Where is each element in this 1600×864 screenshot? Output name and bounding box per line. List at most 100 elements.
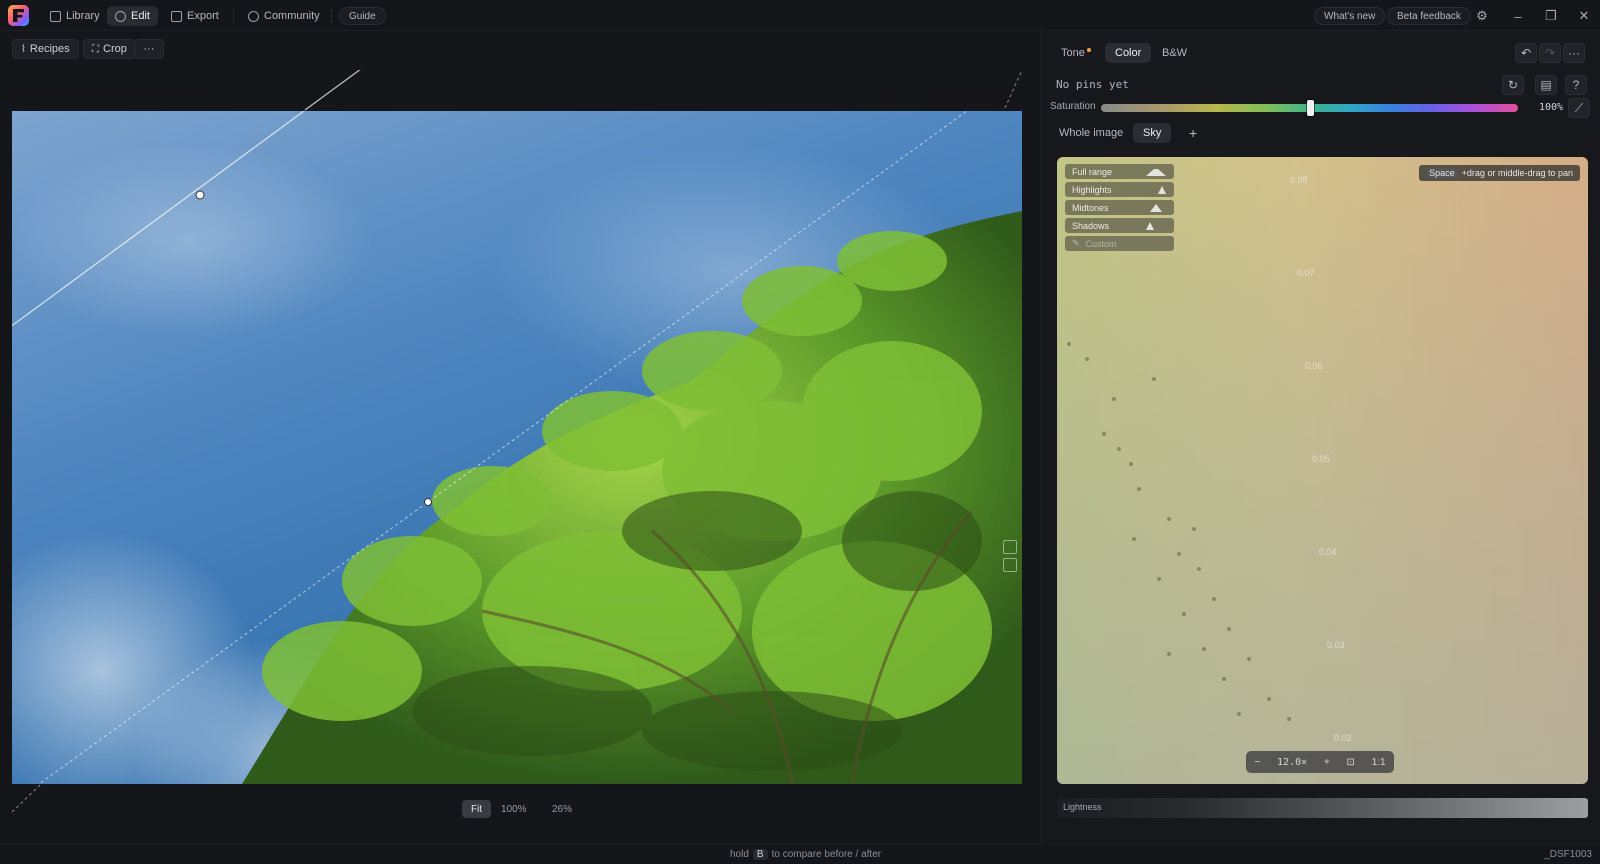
nav-edit[interactable]: Edit bbox=[107, 6, 158, 26]
range-shadows[interactable]: Shadows bbox=[1065, 218, 1174, 233]
guide-line-extension bbox=[11, 70, 1023, 813]
view-toggle-icon[interactable]: ▤ bbox=[1535, 75, 1557, 95]
tab-tone[interactable]: Tone bbox=[1051, 43, 1101, 63]
zoom-in-button[interactable]: + bbox=[1324, 757, 1330, 768]
color-sample-dot bbox=[1157, 577, 1161, 581]
color-sample-dot bbox=[1212, 597, 1216, 601]
color-sample-dot bbox=[1197, 567, 1201, 571]
redo-icon[interactable]: ↷ bbox=[1539, 43, 1561, 63]
compare-hint: hold Bto compare before / after bbox=[730, 849, 882, 860]
panel-more-icon[interactable]: ··· bbox=[1563, 43, 1585, 63]
add-scope-button[interactable]: + bbox=[1179, 123, 1207, 143]
zoom-100-button[interactable]: 100% bbox=[492, 800, 536, 818]
pins-status: No pins yet bbox=[1056, 78, 1129, 91]
color-map-zoom-value: 12.0× bbox=[1277, 756, 1308, 768]
more-options-button[interactable]: ··· bbox=[134, 39, 164, 59]
pan-hint: Space +drag or middle-drag to pan bbox=[1419, 165, 1580, 181]
undo-icon[interactable]: ↶ bbox=[1515, 43, 1537, 63]
color-map-tick: 0.08 bbox=[1290, 175, 1308, 185]
globe-icon bbox=[248, 10, 259, 22]
color-sample-dot bbox=[1129, 462, 1133, 466]
color-panel: Tone Color B&W ↶ ↷ ··· No pins yet ↻ ▤ ?… bbox=[1040, 31, 1600, 843]
color-sample-dot bbox=[1202, 647, 1206, 651]
color-sample-dot bbox=[1222, 677, 1226, 681]
minimize-icon[interactable]: – bbox=[1508, 6, 1528, 26]
palette-icon bbox=[115, 10, 126, 22]
color-map-tick: 0.02 bbox=[1334, 733, 1352, 743]
export-icon bbox=[171, 10, 182, 22]
library-icon bbox=[50, 10, 61, 22]
color-sample-dot bbox=[1117, 447, 1121, 451]
zoom-1to1-button[interactable]: 1:1 bbox=[1372, 757, 1386, 768]
range-highlights[interactable]: Highlights bbox=[1065, 182, 1174, 197]
close-icon[interactable]: ✕ bbox=[1574, 6, 1594, 26]
restore-icon[interactable]: ❐ bbox=[1541, 6, 1561, 26]
app-logo-icon bbox=[8, 5, 29, 26]
fit-view-icon[interactable]: ⊡ bbox=[1347, 757, 1355, 768]
crop-button[interactable]: ⛶ Crop bbox=[83, 39, 136, 59]
crop-icon: ⛶ bbox=[92, 43, 99, 55]
color-sample-dot bbox=[1067, 342, 1071, 346]
color-sample-dot bbox=[1167, 517, 1171, 521]
compare-key: B bbox=[752, 849, 768, 860]
color-map-tick: 0.03 bbox=[1327, 640, 1345, 650]
filename: _DSF1003 bbox=[1544, 849, 1592, 860]
color-sample-dot bbox=[1132, 537, 1136, 541]
range-highlights-icon bbox=[1146, 186, 1166, 194]
nav-community[interactable]: Community bbox=[240, 6, 328, 26]
tab-bw[interactable]: B&W bbox=[1152, 43, 1197, 63]
whats-new-button[interactable]: What's new bbox=[1314, 7, 1386, 25]
help-icon[interactable]: ? bbox=[1565, 75, 1587, 95]
eyedropper-icon: ✎ bbox=[1072, 238, 1080, 248]
color-sample-dot bbox=[1227, 627, 1231, 631]
color-map[interactable]: 0.08 0.07 0.06 0.05 0.04 0.03 0.02 Full … bbox=[1057, 157, 1588, 784]
color-map-tick: 0.05 bbox=[1312, 454, 1330, 464]
nav-export[interactable]: Export bbox=[163, 6, 227, 26]
saturation-label: Saturation bbox=[1050, 101, 1096, 112]
divider bbox=[233, 9, 234, 23]
color-map-tick: 0.04 bbox=[1319, 547, 1337, 557]
color-sample-dot bbox=[1152, 377, 1156, 381]
settings-gear-icon[interactable]: ⚙ bbox=[1472, 6, 1492, 26]
nav-library[interactable]: Library bbox=[42, 6, 108, 26]
recipes-button[interactable]: ⌇ Recipes bbox=[12, 39, 79, 59]
saturation-slider-thumb[interactable] bbox=[1306, 100, 1314, 116]
top-bar: Library Edit Export Community Guide What… bbox=[0, 0, 1600, 31]
lightness-label: Lightness bbox=[1063, 802, 1102, 812]
modified-dot bbox=[1086, 48, 1091, 52]
color-map-tick: 0.07 bbox=[1297, 268, 1315, 278]
zoom-current-value: 26% bbox=[552, 803, 573, 815]
beta-feedback-button[interactable]: Beta feedback bbox=[1387, 7, 1471, 25]
range-full-icon bbox=[1146, 169, 1166, 176]
scope-whole-image[interactable]: Whole image bbox=[1049, 123, 1133, 143]
range-custom[interactable]: ✎ Custom bbox=[1065, 236, 1174, 251]
range-shadows-icon bbox=[1146, 222, 1154, 230]
color-sample-dot bbox=[1085, 357, 1089, 361]
range-full[interactable]: Full range bbox=[1065, 164, 1174, 179]
color-map-zoom-controls: − 12.0× + ⊡ 1:1 bbox=[1246, 751, 1394, 773]
zoom-out-button[interactable]: − bbox=[1254, 757, 1260, 768]
color-sample-dot bbox=[1192, 527, 1196, 531]
color-sample-dot bbox=[1182, 612, 1186, 616]
color-sample-dot bbox=[1267, 697, 1271, 701]
curve-icon[interactable]: ⟋ bbox=[1568, 98, 1590, 118]
color-sample-dot bbox=[1102, 432, 1106, 436]
color-sample-dot bbox=[1112, 397, 1116, 401]
scope-sky[interactable]: Sky bbox=[1133, 123, 1172, 143]
range-midtones[interactable]: Midtones bbox=[1065, 200, 1174, 215]
tab-color[interactable]: Color bbox=[1105, 43, 1152, 63]
color-sample-dot bbox=[1137, 487, 1141, 491]
zoom-fit-button[interactable]: Fit bbox=[462, 800, 492, 818]
divider bbox=[331, 9, 332, 23]
color-sample-dot bbox=[1167, 652, 1171, 656]
saturation-value: 100% bbox=[1539, 102, 1564, 113]
color-sample-dot bbox=[1177, 552, 1181, 556]
reset-icon[interactable]: ↻ bbox=[1502, 75, 1524, 95]
lightness-strip[interactable]: Lightness bbox=[1041, 798, 1600, 818]
wand-icon: ⌇ bbox=[21, 43, 26, 55]
color-sample-dot bbox=[1287, 717, 1291, 721]
color-sample-dot bbox=[1247, 657, 1251, 661]
guide-button[interactable]: Guide bbox=[339, 7, 386, 25]
color-sample-dot bbox=[1237, 712, 1241, 716]
status-bar: hold Bto compare before / after _DSF1003 bbox=[0, 843, 1600, 864]
